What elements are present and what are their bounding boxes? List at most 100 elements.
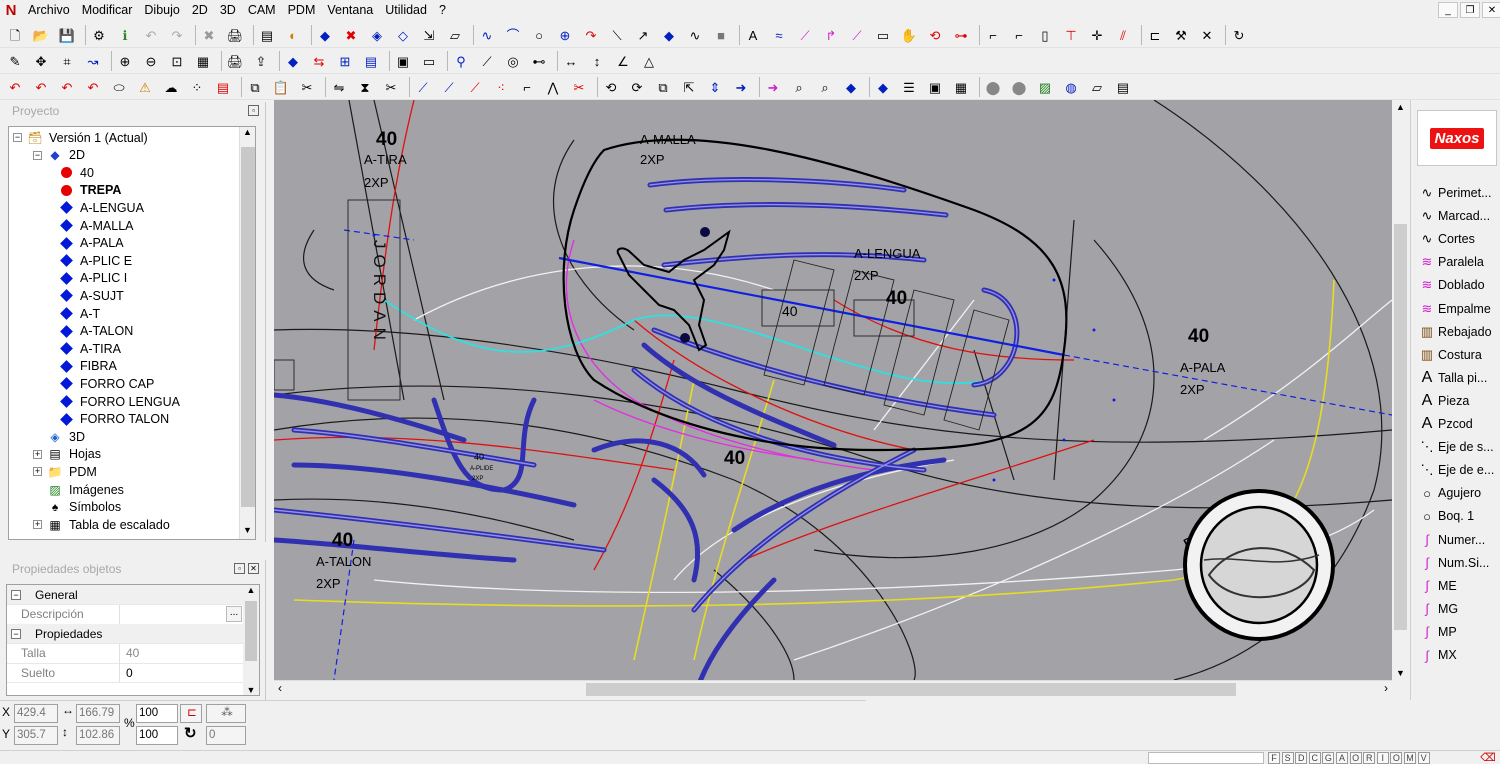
tree-item-a-lengua[interactable]: A-LENGUA: [59, 199, 144, 216]
knife-icon[interactable]: ⟋: [478, 52, 496, 70]
image-icon[interactable]: ▨: [1036, 78, 1054, 96]
palette-icon[interactable]: ◐: [284, 26, 302, 44]
angle-icon[interactable]: ∠: [614, 52, 632, 70]
tree-item-forro-cap[interactable]: FORRO CAP: [59, 375, 154, 392]
tree-item-a-malla[interactable]: A-MALLA: [59, 217, 134, 234]
collapse-icon[interactable]: −: [33, 150, 42, 160]
arc3-icon[interactable]: ↶: [58, 78, 76, 96]
blob-icon[interactable]: ⬤: [984, 78, 1002, 96]
stretch-icon[interactable]: ⇲: [420, 26, 438, 44]
layers-icon[interactable]: ▤: [258, 26, 276, 44]
scale-y-field[interactable]: 100: [136, 726, 178, 745]
tool-punch[interactable]: ○ Boq. 1: [1417, 505, 1500, 527]
scissors-icon[interactable]: ✂: [298, 78, 316, 96]
magnifier2-icon[interactable]: ⌕: [816, 78, 834, 96]
scroll-right-icon[interactable]: ›: [1384, 681, 1388, 695]
offset-icon[interactable]: ⟋: [848, 26, 866, 44]
tool-fold[interactable]: ≋ Doblado: [1417, 274, 1500, 296]
grid-icon[interactable]: ▦: [194, 52, 212, 70]
canvas-vertical-scrollbar[interactable]: ▲ ▼: [1392, 100, 1409, 680]
property-category[interactable]: − Propiedades: [7, 624, 243, 645]
property-value[interactable]: 40: [119, 643, 243, 663]
tree-item-a-sujt[interactable]: A-SUJT: [59, 287, 124, 304]
dimension-icon[interactable]: ↔: [562, 52, 580, 70]
tool-hole[interactable]: ○ Agujero: [1417, 482, 1500, 504]
target-icon[interactable]: ◎: [504, 52, 522, 70]
level-icon[interactable]: ☰: [900, 78, 918, 96]
wave-icon[interactable]: ∿: [686, 26, 704, 44]
menu-archivo[interactable]: Archivo: [22, 0, 76, 20]
arc4-icon[interactable]: ↶: [84, 78, 102, 96]
tree-item-2d[interactable]: − ◆ 2D: [33, 147, 85, 164]
knife2-icon[interactable]: ✂: [570, 78, 588, 96]
node-icon[interactable]: ◆: [660, 26, 678, 44]
print-icon[interactable]: 🖨: [226, 26, 244, 44]
eraser-icon[interactable]: ▱: [446, 26, 464, 44]
menu-ventana[interactable]: Ventana: [321, 0, 379, 20]
stack-icon[interactable]: ▤: [1114, 78, 1132, 96]
drawing-canvas[interactable]: JORDAN 40 A-TIRA 2XP A-MALLA 2XP A-LENGUA 2XP 4…: [274, 100, 1392, 680]
grid2-icon[interactable]: ▦: [952, 78, 970, 96]
align-icon[interactable]: ⊏: [1146, 26, 1164, 44]
height-icon[interactable]: ↕: [588, 52, 606, 70]
scroll-up-icon[interactable]: ▲: [243, 585, 259, 595]
updown-icon[interactable]: ⇕: [706, 78, 724, 96]
scroll-down-icon[interactable]: ▼: [1396, 668, 1405, 678]
zoom-window-icon[interactable]: ⊡: [168, 52, 186, 70]
redo-icon[interactable]: ↷: [168, 26, 186, 44]
paste-icon[interactable]: 📋: [272, 78, 290, 96]
height-field[interactable]: 102.86: [76, 726, 120, 745]
flip-icon[interactable]: ⇋: [330, 78, 348, 96]
measure-icon[interactable]: ⟋: [796, 26, 814, 44]
delete-icon[interactable]: ✖: [200, 26, 218, 44]
pin-icon[interactable]: ▫: [248, 105, 259, 116]
mark-tool-icon[interactable]: ⚠: [136, 78, 154, 96]
browse-button[interactable]: ...: [226, 606, 242, 623]
tree-item-a-t[interactable]: A-T: [59, 305, 100, 322]
zoom-out-icon[interactable]: ⊖: [142, 52, 160, 70]
join-icon[interactable]: ⊞: [336, 52, 354, 70]
scale-lock-icon[interactable]: ⊏: [180, 704, 202, 723]
frame-icon[interactable]: ▭: [420, 52, 438, 70]
tool-text-piece[interactable]: A Pieza: [1417, 390, 1500, 412]
polyline-icon[interactable]: ↗: [634, 26, 652, 44]
page-icon[interactable]: ▯: [1036, 26, 1054, 44]
tool-joint[interactable]: ≋ Empalme: [1417, 298, 1500, 320]
delete-object-icon[interactable]: ✖: [342, 26, 360, 44]
rotate2-icon[interactable]: ⟳: [628, 78, 646, 96]
collapse-icon[interactable]: −: [11, 628, 21, 639]
tree-item-forro-talon[interactable]: FORRO TALON: [59, 411, 169, 428]
step-icon[interactable]: ⌐: [518, 78, 536, 96]
blob2-icon[interactable]: ⬤: [1010, 78, 1028, 96]
tag-icon[interactable]: ⌗: [58, 52, 76, 70]
status-key[interactable]: R: [1363, 752, 1376, 764]
scroll-up-icon[interactable]: ▲: [240, 127, 255, 141]
settings-icon[interactable]: ⚙: [90, 26, 108, 44]
tool-cuts[interactable]: ∿ Cortes: [1417, 228, 1500, 250]
tree-item-trepa[interactable]: TREPA: [59, 182, 121, 199]
restore-icon[interactable]: ❐: [1460, 2, 1480, 18]
points-icon[interactable]: ⁘: [188, 78, 206, 96]
arrange-icon[interactable]: ◆: [284, 52, 302, 70]
spline-icon[interactable]: ∿: [478, 26, 496, 44]
tool-text-size[interactable]: A Talla pi...: [1417, 367, 1500, 389]
status-key[interactable]: M: [1404, 752, 1416, 764]
triangle-icon[interactable]: △: [640, 52, 658, 70]
tool-parallel[interactable]: ≋ Paralela: [1417, 251, 1500, 273]
cut-corner2-icon[interactable]: ⌐: [1010, 26, 1028, 44]
scale-x-field[interactable]: 100: [136, 704, 178, 723]
status-key[interactable]: S: [1281, 752, 1294, 764]
hourglass-icon[interactable]: ⧗: [356, 78, 374, 96]
tool-num-sym[interactable]: ∫ Num.Si...: [1417, 552, 1500, 574]
tool-mark[interactable]: ∿ Marcad...: [1417, 205, 1500, 227]
pin-icon[interactable]: ⚲: [452, 52, 470, 70]
circle-icon[interactable]: ○: [530, 26, 548, 44]
tree-item-tabla-de-escalado[interactable]: + ▦ Tabla de escalado: [33, 516, 170, 533]
ladder-icon[interactable]: ▤: [214, 78, 232, 96]
tree-scroll-thumb[interactable]: [241, 147, 255, 507]
corner-icon[interactable]: ↱: [822, 26, 840, 44]
menu-modificar[interactable]: Modificar: [76, 0, 139, 20]
window-icon[interactable]: ⧉: [654, 78, 672, 96]
hand-icon[interactable]: ✋: [900, 26, 918, 44]
info-icon[interactable]: ℹ: [116, 26, 134, 44]
